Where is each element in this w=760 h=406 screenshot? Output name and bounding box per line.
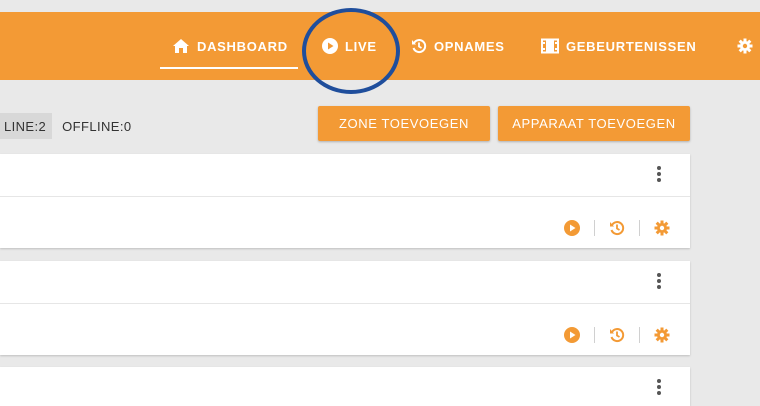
online-count: LINE:2 (0, 113, 53, 139)
gear-icon (737, 38, 753, 54)
play-circle-icon[interactable] (564, 327, 580, 343)
nav-dashboard-label: DASHBOARD (197, 38, 288, 54)
nav-gebeurtenissen-label: GEBEURTENISSEN (566, 38, 697, 54)
divider (639, 220, 640, 236)
divider (594, 327, 595, 343)
gear-icon[interactable] (654, 327, 670, 343)
add-device-button[interactable]: APPARAAT TOEVOEGEN (498, 106, 690, 141)
more-vert-icon[interactable] (656, 166, 662, 184)
zone-card-header (0, 154, 690, 197)
highlight-circle (302, 8, 400, 94)
divider (594, 220, 595, 236)
divider (639, 327, 640, 343)
add-zone-button[interactable]: ZONE TOEVOEGEN (318, 106, 490, 141)
device-actions (564, 220, 670, 236)
film-icon (541, 38, 559, 54)
play-circle-icon[interactable] (564, 220, 580, 236)
nav-opnames[interactable]: OPNAMES (411, 12, 505, 80)
device-actions (564, 327, 670, 343)
zone-card (0, 261, 690, 355)
nav-opnames-label: OPNAMES (434, 38, 505, 54)
nav-settings[interactable] (737, 12, 753, 80)
more-vert-icon[interactable] (656, 379, 662, 397)
device-status-counts: LINE:2 OFFLINE:0 (0, 113, 132, 139)
history-icon (411, 38, 427, 54)
active-tab-indicator (160, 67, 298, 69)
history-icon[interactable] (609, 220, 625, 236)
home-icon (172, 38, 190, 54)
history-icon[interactable] (609, 327, 625, 343)
zone-card-header (0, 261, 690, 304)
zone-card (0, 367, 690, 406)
nav-gebeurtenissen[interactable]: GEBEURTENISSEN (541, 12, 696, 80)
nav-dashboard[interactable]: DASHBOARD (172, 12, 288, 80)
zone-card (0, 154, 690, 248)
gear-icon[interactable] (654, 220, 670, 236)
more-vert-icon[interactable] (656, 273, 662, 291)
offline-count: OFFLINE:0 (62, 118, 132, 134)
